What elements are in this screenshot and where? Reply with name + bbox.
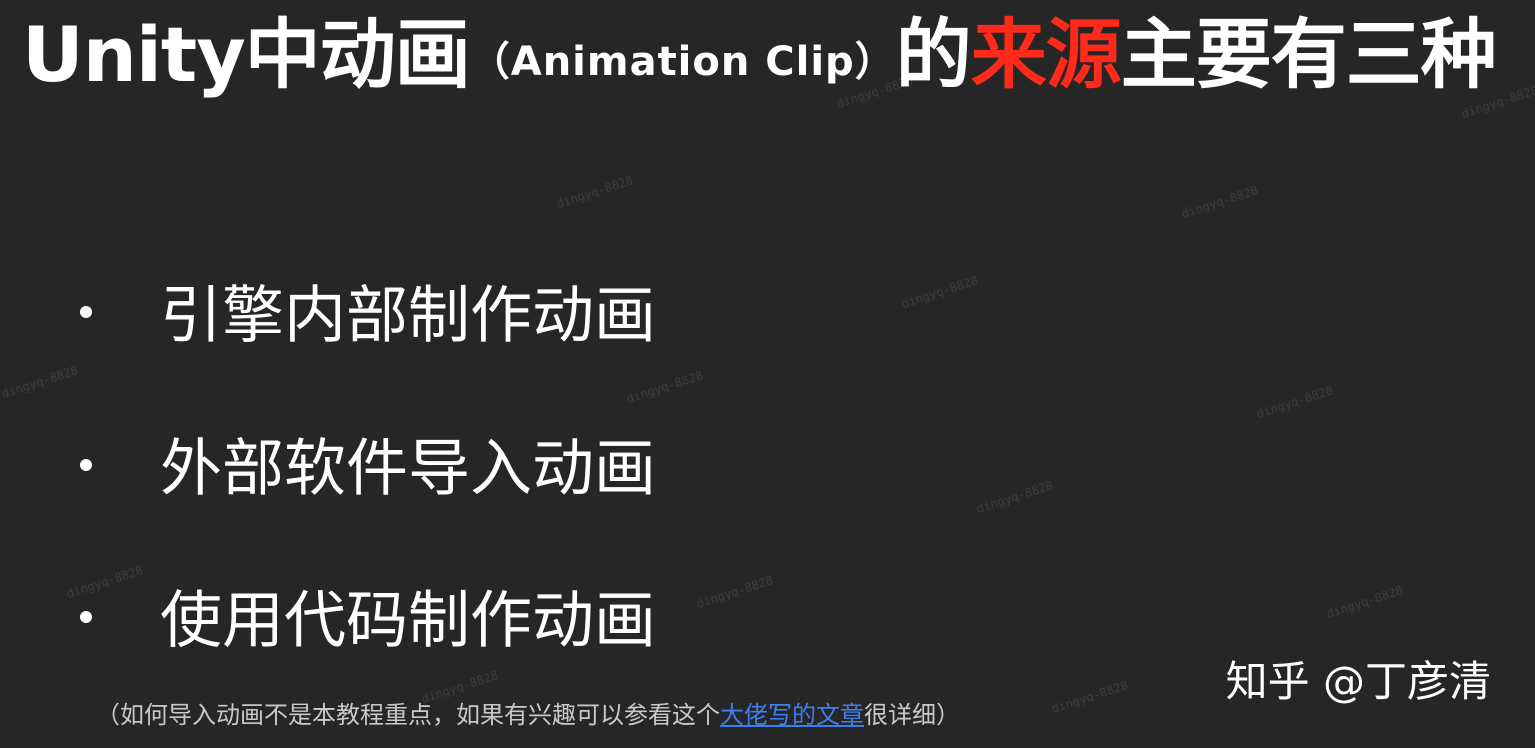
bullet-text: 使用代码制作动画 xyxy=(160,583,657,657)
bullet-text: 引擎内部制作动画 xyxy=(160,278,657,352)
watermark: dingyq-8828 xyxy=(554,173,635,211)
footnote-after: 很详细） xyxy=(864,701,960,729)
title-part-1: Unity中动画 xyxy=(22,10,471,99)
watermark: dingyq-8828 xyxy=(1179,183,1260,221)
bullet-dot-icon xyxy=(80,305,92,318)
watermark: dingyq-8828 xyxy=(1324,583,1405,621)
bullet-dot-icon xyxy=(80,610,92,623)
watermark: dingyq-8828 xyxy=(1254,383,1335,421)
bullet-item: 引擎内部制作动画 xyxy=(80,275,656,355)
watermark: dingyq-8828 xyxy=(1049,678,1130,716)
slide: dingyq-8828 dingyq-8828 dingyq-8828 ding… xyxy=(0,0,1535,748)
title-part-3: 的 xyxy=(895,10,972,99)
title-part-2: （Animation Clip） xyxy=(469,39,896,85)
bullet-text: 外部软件导入动画 xyxy=(160,431,657,505)
bullet-item: 外部软件导入动画 xyxy=(80,428,656,508)
bullet-item: 使用代码制作动画 xyxy=(80,580,656,660)
title-highlight: 来源 xyxy=(970,10,1122,99)
author-credit: 知乎 @丁彦清 xyxy=(1225,657,1491,706)
watermark: dingyq-8828 xyxy=(0,363,80,401)
bullet-dot-icon xyxy=(80,458,92,471)
footnote-before: （如何导入动画不是本教程重点，如果有兴趣可以参看这个 xyxy=(96,701,720,729)
title-part-4: 主要有三种 xyxy=(1120,10,1497,99)
watermark: dingyq-8828 xyxy=(899,273,980,311)
article-link[interactable]: 大佬写的文章 xyxy=(720,701,864,729)
slide-title: Unity中动画（Animation Clip）的来源主要有三种 xyxy=(22,10,1522,100)
watermark: dingyq-8828 xyxy=(694,573,775,611)
footnote: （如何导入动画不是本教程重点，如果有兴趣可以参看这个大佬写的文章很详细） xyxy=(96,697,960,733)
watermark: dingyq-8828 xyxy=(624,368,705,406)
watermark: dingyq-8828 xyxy=(974,478,1055,516)
